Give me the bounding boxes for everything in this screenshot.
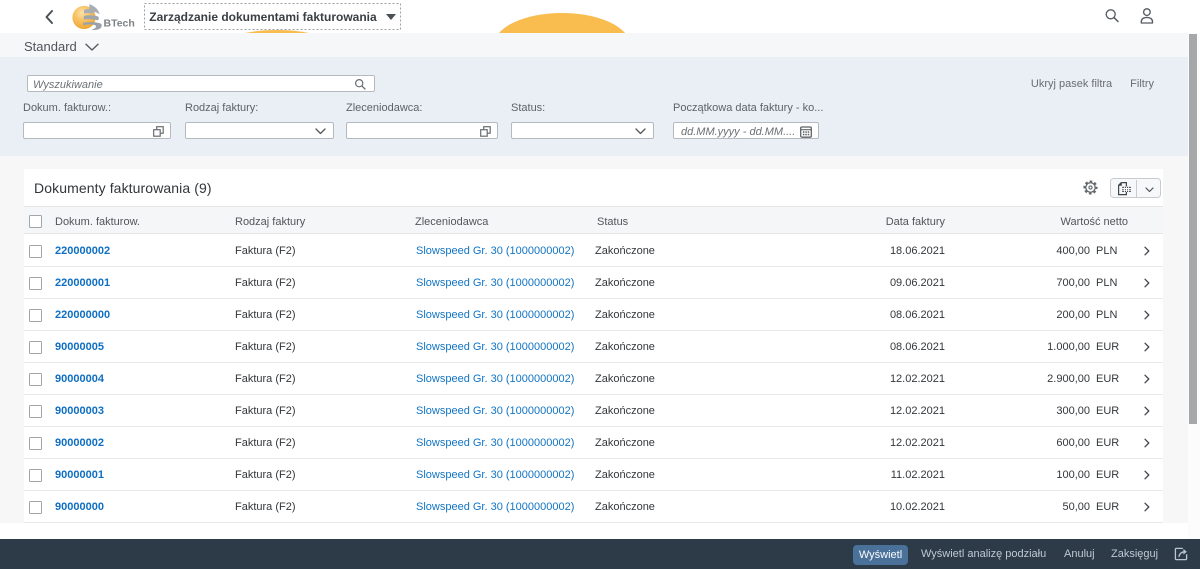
svg-text:BTech: BTech (104, 18, 135, 30)
